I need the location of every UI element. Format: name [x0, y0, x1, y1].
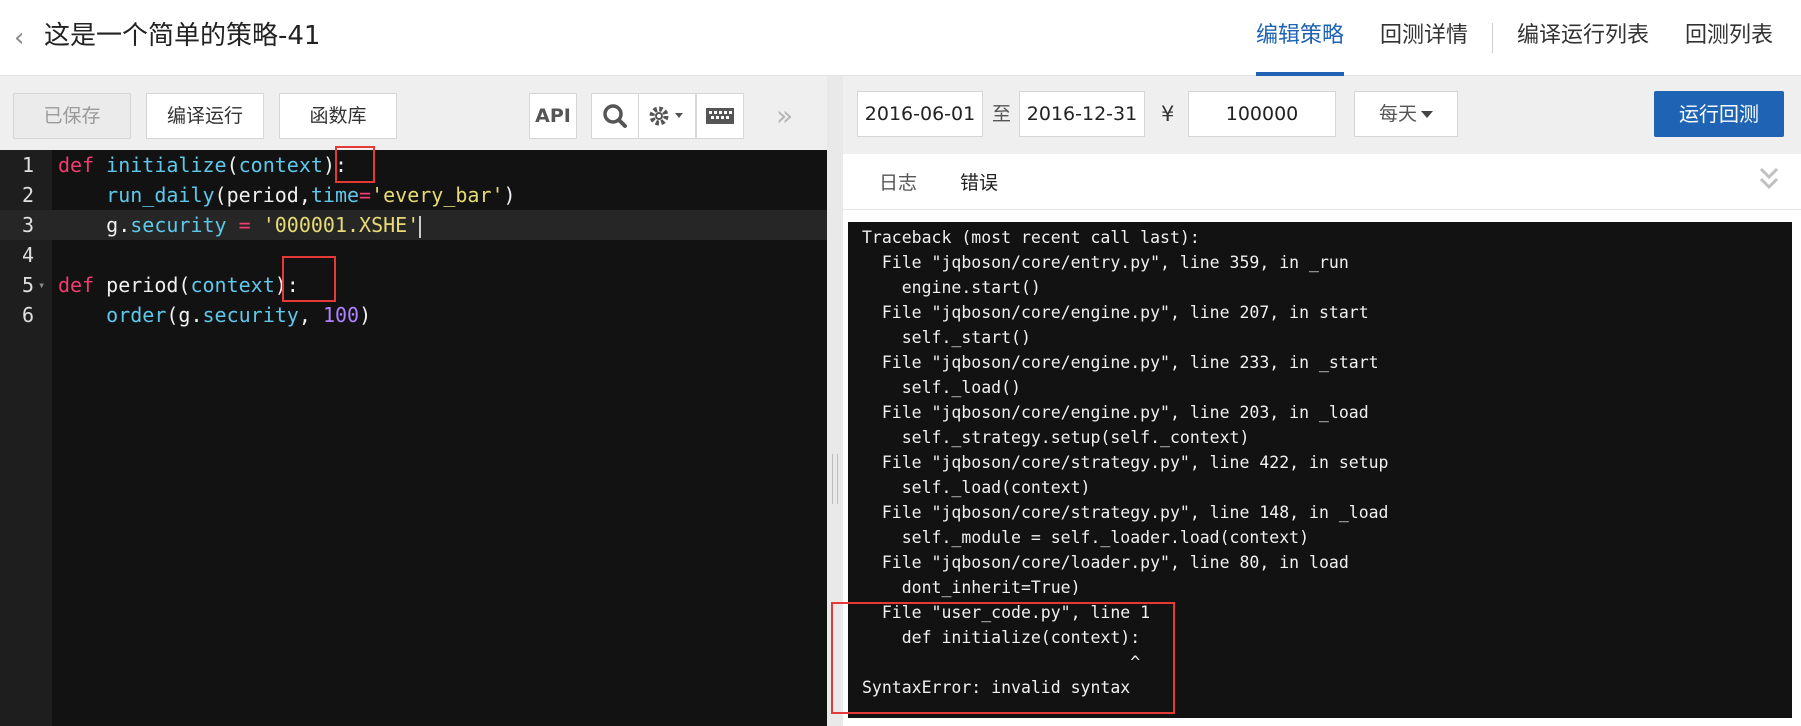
console-line: File "jqboson/core/loader.py", line 80, …	[862, 553, 1349, 572]
console-line: dont_inherit=True)	[862, 578, 1081, 597]
fold-arrow-icon[interactable]: ▾	[38, 270, 45, 300]
console-line: File "jqboson/core/engine.py", line 203,…	[862, 403, 1369, 422]
highlight-box	[831, 602, 1175, 714]
caret-down-icon	[1421, 111, 1433, 118]
console-line: self._strategy.setup(self._context)	[862, 428, 1250, 447]
strategy-title: 这是一个简单的策略-41	[44, 21, 321, 51]
nav-backtest-list[interactable]: 回测列表	[1685, 0, 1773, 76]
nav-backtest-details[interactable]: 回测详情	[1380, 0, 1468, 76]
tab-error[interactable]: 错误	[960, 168, 998, 198]
tab-log[interactable]: 日志	[879, 168, 917, 198]
nav-edit-strategy[interactable]: 编辑策略	[1255, 0, 1344, 76]
top-nav: 编辑策略 回测详情 编译运行列表 回测列表	[1220, 0, 1773, 76]
frequency-value: 每天	[1379, 103, 1418, 125]
code-line: 5 ▾ def period(context):	[0, 270, 827, 300]
console-line: self._load(context)	[862, 478, 1091, 497]
code-editor[interactable]: 1 def initialize(context): 2 run_daily(p…	[0, 146, 827, 726]
frequency-select[interactable]: 每天	[1354, 91, 1458, 137]
function-library-button[interactable]: 函数库	[279, 93, 397, 139]
highlight-box	[335, 146, 375, 183]
double-chevron-down-icon[interactable]	[1756, 166, 1782, 197]
code-line: 2 run_daily(period,time='every_bar')	[0, 180, 827, 210]
console-line: self._load()	[862, 378, 1021, 397]
code-line: 1 def initialize(context):	[0, 150, 827, 180]
line-number: 6	[21, 303, 34, 327]
console-line: File "jqboson/core/engine.py", line 233,…	[862, 353, 1379, 372]
nav-compile-run-list[interactable]: 编译运行列表	[1517, 0, 1649, 76]
highlight-box	[282, 256, 336, 302]
console-line: self._module = self._loader.load(context…	[862, 528, 1310, 547]
console-line: File "jqboson/core/strategy.py", line 14…	[862, 503, 1389, 522]
code-line: 6 order(g.security, 100)	[0, 300, 827, 330]
text-cursor	[419, 215, 422, 238]
line-number: 5	[21, 273, 34, 297]
gear-icon[interactable]	[638, 93, 696, 139]
nav-divider	[1491, 23, 1493, 53]
editor-toolbar: 已保存 编译运行 函数库 API »	[0, 76, 827, 150]
console-line: Traceback (most recent call last):	[862, 228, 1200, 247]
line-number: 4	[21, 243, 34, 267]
line-number: 1	[21, 153, 34, 177]
console-line: engine.start()	[862, 278, 1041, 297]
line-number: 2	[21, 183, 34, 207]
code-line-current: 3 g.security = '000001.XSHE'	[0, 210, 827, 240]
keyboard-icon[interactable]	[696, 93, 744, 139]
capital-input[interactable]: 100000	[1188, 91, 1336, 137]
search-icon[interactable]	[591, 93, 639, 139]
currency-symbol: ¥	[1161, 102, 1175, 126]
console-line: File "jqboson/core/entry.py", line 359, …	[862, 253, 1349, 272]
double-chevron-right-icon[interactable]: »	[776, 98, 793, 134]
saved-button[interactable]: 已保存	[13, 93, 131, 139]
line-number: 3	[21, 213, 34, 237]
end-date-input[interactable]: 2016-12-31	[1019, 91, 1145, 137]
date-range-separator: 至	[992, 103, 1012, 125]
compile-run-button[interactable]: 编译运行	[146, 93, 264, 139]
code-line: 4	[0, 240, 827, 270]
run-backtest-button[interactable]: 运行回测	[1654, 91, 1784, 137]
console-line: File "jqboson/core/engine.py", line 207,…	[862, 303, 1369, 322]
start-date-input[interactable]: 2016-06-01	[857, 91, 983, 137]
chevron-left-icon[interactable]: ‹	[14, 24, 34, 52]
output-tabs: 日志 错误	[843, 154, 1801, 210]
console-line: self._start()	[862, 328, 1031, 347]
drag-handle-icon[interactable]	[832, 454, 838, 504]
console-line: File "jqboson/core/strategy.py", line 42…	[862, 453, 1389, 472]
top-header: ‹ 这是一个简单的策略-41 编辑策略 回测详情 编译运行列表 回测列表	[0, 0, 1801, 76]
api-button[interactable]: API	[529, 93, 577, 139]
